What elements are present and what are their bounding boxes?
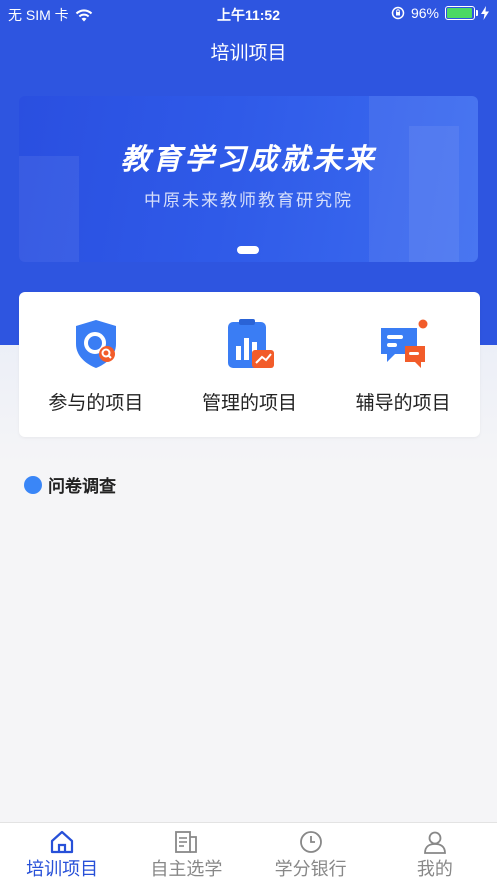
chat-bubble-icon — [381, 319, 428, 368]
orientation-lock-icon — [391, 6, 405, 20]
project-menu-card: 参与的项目 管理的项目 辅导的项目 — [19, 292, 480, 437]
tab-credit-bank[interactable]: 学分银行 — [249, 823, 373, 883]
tab-mine[interactable]: 我的 — [373, 823, 497, 883]
banner-subtitle: 中原未来教师教育研究院 — [144, 191, 353, 210]
page-title: 培训项目 — [210, 43, 287, 64]
tab-label: 我的 — [416, 859, 453, 879]
tab-label: 培训项目 — [26, 859, 99, 879]
battery-percent: 96% — [410, 5, 439, 21]
clock-icon — [299, 831, 322, 853]
menu-item-label: 参与的项目 — [48, 393, 144, 414]
bottom-tab-bar: 培训项目 自主选学 学分银行 我的 — [0, 822, 497, 883]
section-dot-icon — [24, 475, 42, 494]
menu-tutored-projects[interactable]: 辅导的项目 — [326, 292, 480, 437]
menu-item-label: 管理的项目 — [202, 393, 298, 414]
menu-item-label: 辅导的项目 — [355, 393, 451, 414]
document-icon — [175, 831, 198, 853]
menu-managed-projects[interactable]: 管理的项目 — [173, 292, 327, 437]
status-right: 96% — [391, 5, 489, 21]
section-title: 问卷调查 — [48, 477, 116, 496]
carousel-indicator — [237, 246, 259, 254]
survey-section-header: 问卷调查 — [24, 472, 116, 497]
menu-participated-projects[interactable]: 参与的项目 — [19, 292, 173, 437]
tab-label: 学分银行 — [274, 859, 347, 879]
banner-carousel[interactable]: 教育学习成就未来 中原未来教师教育研究院 — [19, 96, 478, 262]
tab-label: 自主选学 — [150, 859, 223, 879]
status-bar: 无 SIM 卡 上午11:52 96% — [0, 0, 497, 26]
clipboard-chart-icon — [227, 319, 274, 368]
tab-training-projects[interactable]: 培训项目 — [0, 823, 124, 883]
user-icon — [423, 831, 446, 854]
home-icon — [51, 830, 74, 854]
tab-self-study[interactable]: 自主选学 — [124, 823, 248, 883]
banner-title: 教育学习成就未来 — [120, 144, 377, 176]
shield-search-icon — [75, 320, 116, 368]
battery-icon — [445, 6, 478, 20]
charging-icon — [481, 6, 489, 20]
